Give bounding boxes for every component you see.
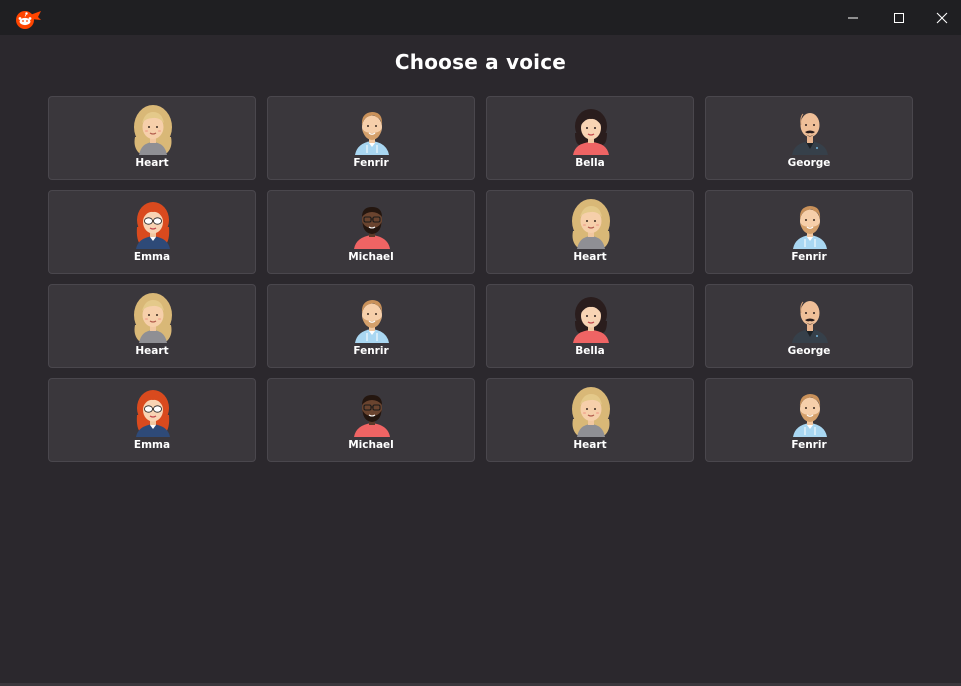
app-window: Choose a voice Heart Fenrir Bella George… — [0, 0, 961, 686]
voice-card-label: Bella — [575, 157, 605, 169]
voice-card-bella[interactable]: Bella — [486, 284, 694, 368]
heart-avatar-icon — [572, 199, 610, 249]
voice-card-michael[interactable]: Michael — [267, 190, 475, 274]
close-button[interactable] — [922, 0, 961, 35]
michael-avatar-icon — [354, 207, 390, 249]
voice-card-label: Heart — [135, 345, 169, 357]
voice-card-label: Emma — [133, 251, 171, 263]
michael-avatar-icon — [354, 395, 390, 437]
voice-card-label: George — [787, 345, 831, 357]
voice-card-heart[interactable]: Heart — [486, 190, 694, 274]
reddit-alien-logo-icon — [16, 11, 41, 29]
voice-card-fenrir[interactable]: Fenrir — [705, 378, 913, 462]
voice-card-bella[interactable]: Bella — [486, 96, 694, 180]
close-icon — [936, 12, 947, 23]
voice-card-fenrir[interactable]: Fenrir — [705, 190, 913, 274]
voice-card-label: Heart — [135, 157, 169, 169]
voice-card-heart[interactable]: Heart — [486, 378, 694, 462]
fenrir-avatar-icon — [793, 394, 827, 437]
fenrir-avatar-icon — [355, 300, 389, 343]
voice-card-label: George — [787, 157, 831, 169]
maximize-button[interactable] — [876, 0, 922, 35]
voice-card-fenrir[interactable]: Fenrir — [267, 96, 475, 180]
bella-avatar-icon — [573, 297, 609, 343]
voice-card-label: Michael — [348, 251, 394, 263]
page-title: Choose a voice — [394, 50, 567, 74]
voice-card-label: Heart — [573, 439, 607, 451]
voice-card-george[interactable]: George — [705, 284, 913, 368]
voice-card-michael[interactable]: Michael — [267, 378, 475, 462]
voice-card-emma[interactable]: Emma — [48, 190, 256, 274]
voice-card-label: Bella — [575, 345, 605, 357]
voice-card-label: Fenrir — [353, 157, 389, 169]
voice-card-label: Fenrir — [791, 251, 827, 263]
emma-avatar-icon — [136, 202, 170, 249]
voice-card-fenrir[interactable]: Fenrir — [267, 284, 475, 368]
minimize-button[interactable] — [830, 0, 876, 35]
minimize-icon — [848, 17, 858, 18]
voice-card-label: Fenrir — [791, 439, 827, 451]
title-bar[interactable] — [0, 0, 961, 35]
heart-avatar-icon — [134, 293, 172, 343]
george-avatar-icon — [792, 301, 828, 343]
fenrir-avatar-icon — [355, 112, 389, 155]
voice-card-label: Michael — [348, 439, 394, 451]
heart-avatar-icon — [572, 387, 610, 437]
voice-grid: Heart Fenrir Bella George Emma Michael H… — [48, 96, 913, 462]
voice-card-heart[interactable]: Heart — [48, 96, 256, 180]
voice-card-emma[interactable]: Emma — [48, 378, 256, 462]
fenrir-avatar-icon — [793, 206, 827, 249]
emma-avatar-icon — [136, 390, 170, 437]
voice-card-heart[interactable]: Heart — [48, 284, 256, 368]
voice-card-label: Fenrir — [353, 345, 389, 357]
voice-card-label: Emma — [133, 439, 171, 451]
heart-avatar-icon — [134, 105, 172, 155]
voice-card-label: Heart — [573, 251, 607, 263]
voice-card-george[interactable]: George — [705, 96, 913, 180]
george-avatar-icon — [792, 113, 828, 155]
bella-avatar-icon — [573, 109, 609, 155]
maximize-icon — [894, 12, 904, 23]
